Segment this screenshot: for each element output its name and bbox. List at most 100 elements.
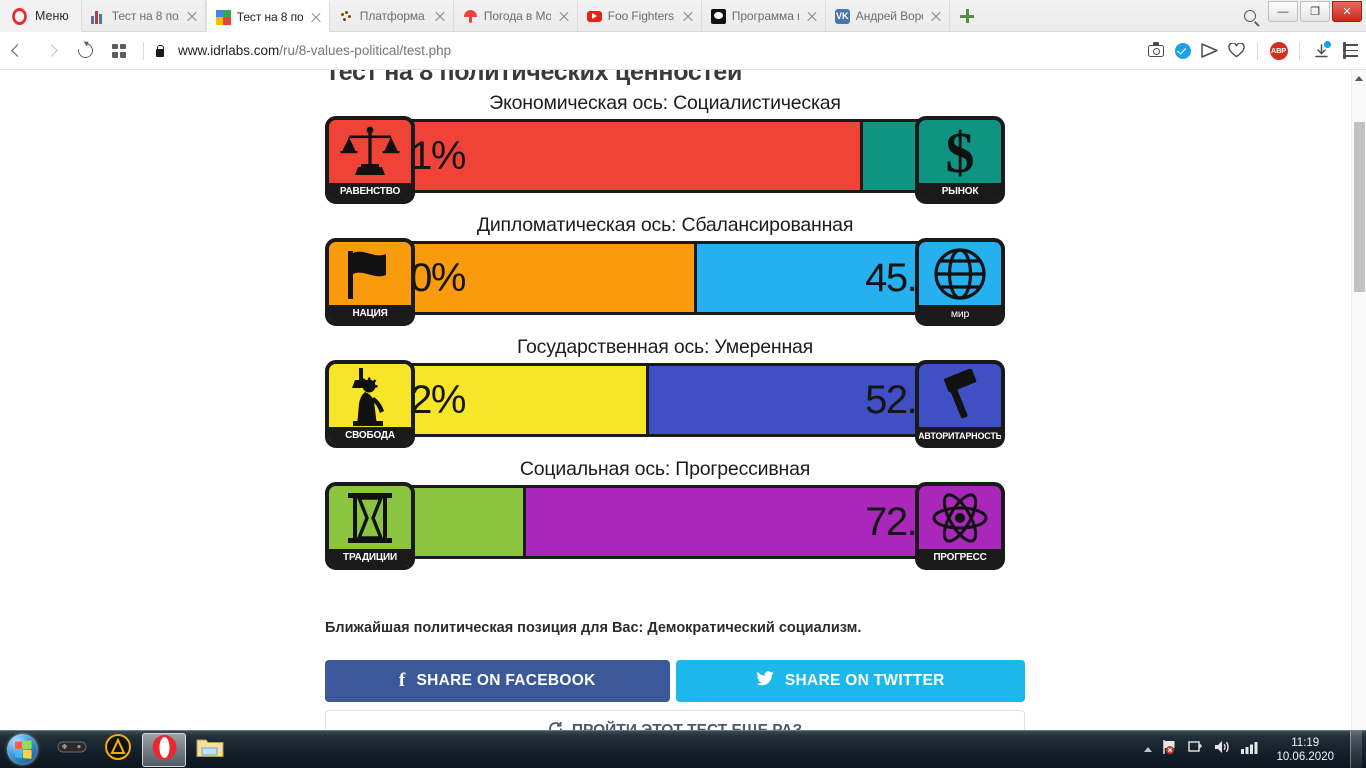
page-title: Тест на 8 политических ценностей: [325, 70, 743, 86]
hourglass-icon: [329, 486, 411, 549]
endcap-caption: НАЦИЯ: [329, 305, 411, 322]
scroll-up-icon[interactable]: [1355, 76, 1363, 81]
taskbar-item-opera[interactable]: [142, 732, 186, 767]
favorite-button[interactable]: [1223, 34, 1250, 68]
refresh-icon: [548, 721, 563, 730]
lock-icon: [154, 44, 165, 58]
clock-time: 11:19: [1291, 736, 1320, 749]
downloads-button[interactable]: [1307, 34, 1334, 68]
share-twitter-label: SHARE ON TWITTER: [784, 672, 945, 689]
vpn-badge[interactable]: [1169, 34, 1196, 68]
endcap-left-tradition: ТРАДИЦИИ: [325, 482, 415, 570]
close-button[interactable]: ✕: [1332, 1, 1362, 22]
show-desktop-button[interactable]: [1350, 730, 1362, 768]
bar-segment-left: 82.1%: [357, 122, 861, 190]
taskbar-clock[interactable]: 11:19 10.06.2020: [1269, 736, 1341, 764]
axis-label: Экономическая ось: Социалистическая: [489, 92, 841, 114]
send-button[interactable]: [1196, 34, 1223, 68]
chevron-left-icon: [10, 44, 24, 57]
explorer-icon: [196, 735, 224, 764]
amd-icon: [105, 734, 131, 765]
endcap-art: [329, 242, 411, 305]
new-tab-button[interactable]: [950, 0, 984, 32]
opera-menu-button[interactable]: Меню: [0, 0, 82, 32]
colorgrid-icon: [215, 9, 231, 25]
mushroom-icon: [463, 9, 478, 24]
globe-icon: [919, 242, 1001, 305]
tab-close-icon[interactable]: [433, 9, 447, 23]
endcap-art: [919, 486, 1001, 549]
endcap-caption: АВТОРИТАРНОСТЬ: [919, 427, 1001, 444]
snapshot-button[interactable]: [1142, 34, 1169, 68]
volume-icon[interactable]: [1213, 739, 1231, 760]
easy-setup-button[interactable]: [1334, 34, 1366, 68]
axis-row-social: Социальная ось: Прогрессивная 72.9%: [325, 458, 1005, 570]
plus-icon: [959, 9, 974, 23]
endcap-right-progress: ПРОГРЕСС: [915, 482, 1005, 570]
window-controls: — ❐ ✕: [1268, 0, 1366, 32]
tv-icon: [710, 8, 726, 24]
tab-item-3[interactable]: Погода в Москве -: [454, 0, 578, 32]
show-hidden-icons-button[interactable]: [1144, 747, 1153, 752]
tab-close-icon[interactable]: [309, 10, 323, 24]
tab-close-icon[interactable]: [185, 9, 199, 23]
page-viewport: Тест на 8 политических ценностей Экономи…: [0, 70, 1366, 730]
axis-bar: 72.9%: [354, 485, 976, 559]
scrollbar-thumb[interactable]: [1354, 122, 1365, 292]
address-bar[interactable]: www.idrlabs.com/ru/8-values-political/te…: [165, 43, 1142, 58]
windows-taskbar: 11:19 10.06.2020: [0, 730, 1366, 768]
start-button[interactable]: [0, 732, 44, 768]
tab-item-4[interactable]: Foo Fighters cover: [578, 0, 702, 32]
taskbar-item-gamepad[interactable]: [50, 733, 94, 767]
gamepad-icon: [57, 739, 87, 760]
tab-close-icon[interactable]: [557, 9, 571, 23]
endcap-caption: РАВЕНСТВО: [329, 183, 411, 200]
network-icon[interactable]: [1187, 739, 1204, 760]
reload-button[interactable]: [68, 34, 102, 68]
tab-item-2[interactable]: Платформа (2019): [330, 0, 454, 32]
download-badge: [1323, 40, 1331, 48]
signal-strength-icon[interactable]: [1240, 739, 1260, 760]
taskbar-item-explorer[interactable]: [188, 733, 232, 767]
tab-title: Андрей Воробьев: [855, 9, 923, 23]
adblock-button[interactable]: ABP: [1265, 34, 1292, 68]
maximize-button[interactable]: ❐: [1300, 1, 1330, 22]
tab-item-6[interactable]: VK Андрей Воробьев: [826, 0, 950, 32]
share-facebook-button[interactable]: f SHARE ON FACEBOOK: [325, 660, 670, 702]
tab-search-button[interactable]: [1232, 0, 1268, 32]
taskbar-item-amd[interactable]: [96, 733, 140, 767]
tab-close-icon[interactable]: [805, 9, 819, 23]
windows-logo-icon: [6, 734, 38, 765]
atom-icon: [919, 486, 1001, 549]
endcap-caption: РЫНОК: [919, 183, 1001, 200]
axis-label: Социальная ось: Прогрессивная: [519, 458, 811, 480]
endcap-right-market: $ РЫНОК: [915, 116, 1005, 204]
tab-item-0[interactable]: Тест на 8 политич: [82, 0, 206, 32]
share-twitter-button[interactable]: SHARE ON TWITTER: [675, 660, 1025, 702]
flag-action-center-icon[interactable]: [1161, 739, 1178, 760]
bars-icon: [90, 9, 106, 24]
clock-date: 10.06.2020: [1276, 750, 1334, 763]
tab-item-1[interactable]: Тест на 8 политич: [205, 0, 330, 32]
endcap-caption: мир: [919, 305, 1001, 322]
bar-segment-right: 72.9%: [526, 488, 973, 556]
speed-dial-button[interactable]: [102, 34, 136, 68]
camera-icon: [1147, 41, 1164, 57]
endcap-caption: СВОБОДА: [329, 427, 411, 444]
svg-text:$: $: [946, 124, 975, 180]
axis-bar: 55.0% 45.0%: [354, 241, 976, 315]
url-domain: www.idrlabs.com: [178, 43, 280, 58]
share-buttons-row: f SHARE ON FACEBOOK SHARE ON TWITTER: [325, 660, 1025, 702]
tab-close-icon[interactable]: [929, 9, 943, 23]
tab-title: Погода в Москве -: [483, 9, 551, 23]
minimize-button[interactable]: —: [1268, 1, 1298, 22]
back-button[interactable]: [0, 34, 34, 68]
vertical-scrollbar[interactable]: [1351, 70, 1366, 730]
retake-test-button[interactable]: ПРОЙТИ ЭТОТ ТЕСТ ЕЩЕ РАЗ: [325, 710, 1025, 730]
tab-close-icon[interactable]: [681, 9, 695, 23]
tab-item-5[interactable]: Программа перед: [702, 0, 826, 32]
axis-bar: 47.2% 52.8%: [354, 363, 976, 437]
forward-button[interactable]: [34, 34, 68, 68]
axis-row-state: Государственная ось: Умеренная 47.2% 52.…: [325, 336, 1005, 448]
tab-title: Программа перед: [731, 9, 799, 23]
